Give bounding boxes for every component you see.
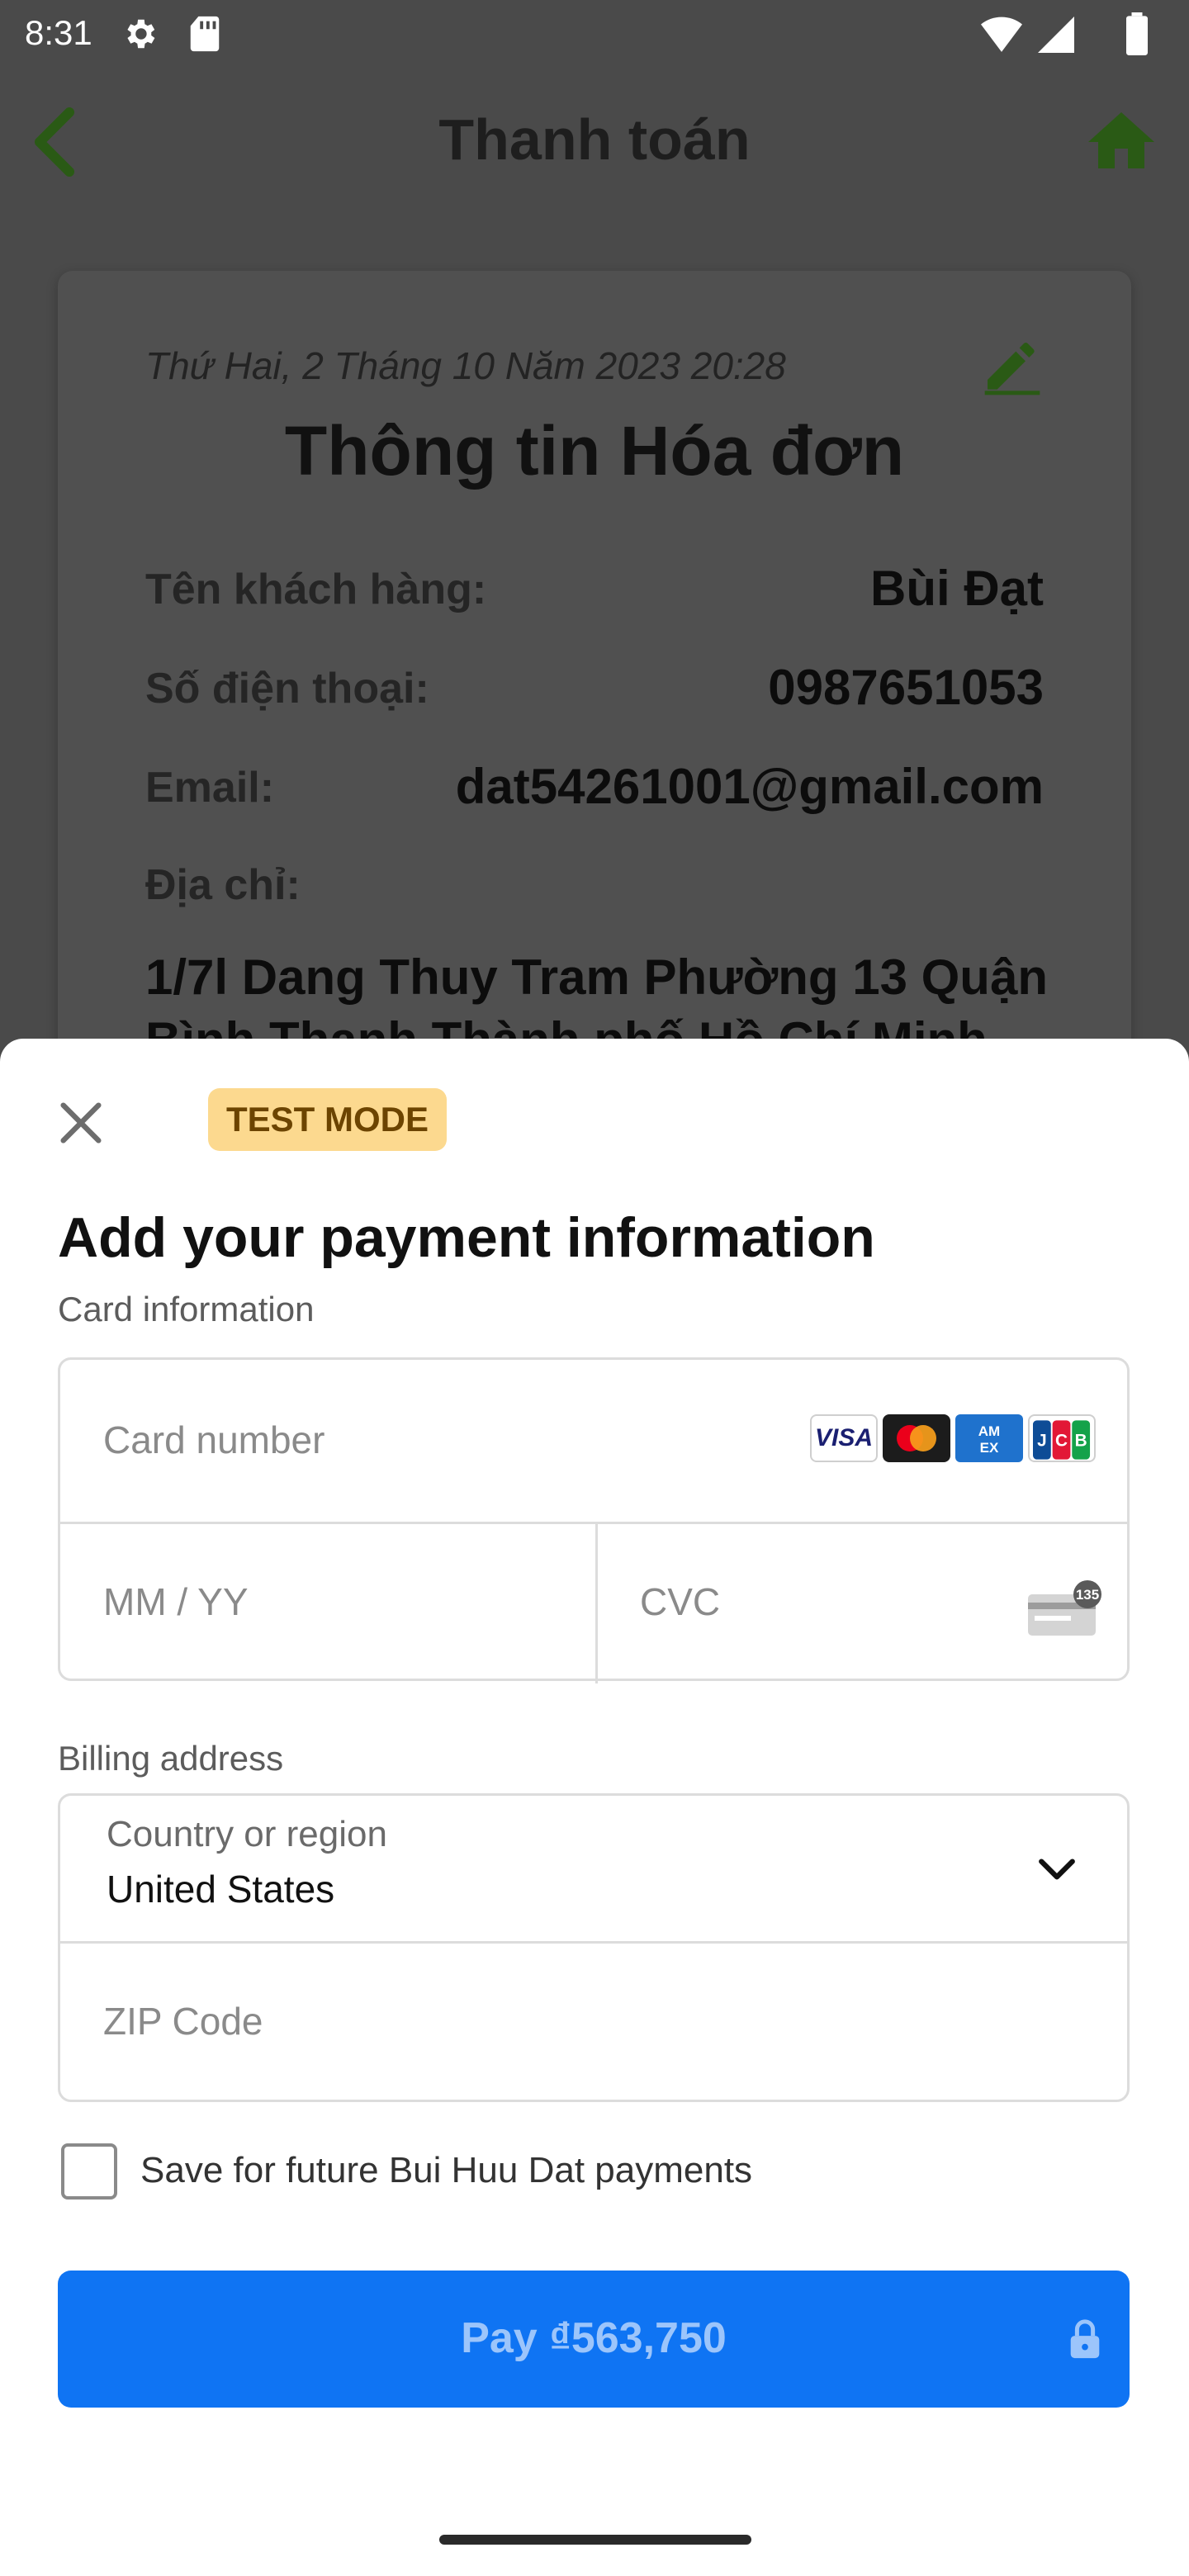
save-checkbox[interactable]	[61, 2143, 117, 2200]
cvc-field[interactable]: CVC 135	[595, 1522, 1132, 1683]
zip-placeholder: ZIP Code	[103, 2000, 263, 2043]
expiry-field[interactable]: MM / YY	[60, 1522, 598, 1683]
payment-sheet: TEST MODE Add your payment information C…	[0, 1039, 1189, 2576]
expiry-placeholder: MM / YY	[103, 1580, 249, 1623]
country-value: United States	[107, 1868, 335, 1911]
invoice-card: Thứ Hai, 2 Tháng 10 Năm 2023 20:28 Thông…	[58, 271, 1131, 1096]
pay-button-label: Pay ₫563,750	[461, 2314, 727, 2362]
customer-label: Tên khách hàng:	[145, 566, 487, 613]
pay-button[interactable]: Pay ₫563,750	[58, 2271, 1130, 2408]
address-label: Địa chỉ:	[145, 861, 301, 909]
svg-text:J: J	[1037, 1432, 1047, 1451]
country-select[interactable]: Country or region United States	[60, 1796, 1127, 1944]
save-label: Save for future Bui Huu Dat payments	[140, 2150, 753, 2190]
cvc-placeholder: CVC	[640, 1580, 721, 1623]
svg-text:B: B	[1075, 1432, 1087, 1451]
email-label: Email:	[145, 764, 275, 812]
status-time: 8:31	[25, 13, 92, 52]
mastercard-logo-icon	[883, 1414, 950, 1462]
svg-text:EX: EX	[980, 1440, 999, 1456]
page-title: Thanh toán	[438, 107, 751, 172]
app-bar: Thanh toán	[0, 69, 1189, 218]
test-mode-badge: TEST MODE	[208, 1088, 448, 1151]
card-info-label: Card information	[58, 1290, 315, 1328]
lock-icon	[1070, 2319, 1100, 2359]
battery-icon	[1126, 12, 1148, 55]
card-brands: VISA AM EX J C B	[810, 1414, 1096, 1462]
sd-card-icon	[190, 16, 220, 52]
chevron-down-icon	[1039, 1859, 1075, 1880]
card-input-group: Card number VISA AM EX J C B MM / YY CVC…	[58, 1357, 1132, 1683]
sheet-title: Add your payment information	[58, 1206, 875, 1269]
phone-label: Số điện thoại:	[145, 665, 429, 713]
jcb-logo-icon: J C B	[1028, 1414, 1096, 1462]
close-icon[interactable]	[54, 1096, 107, 1149]
cvc-card-icon: 135	[1028, 1580, 1101, 1636]
billing-address-label: Billing address	[58, 1739, 284, 1778]
card-number-placeholder: Card number	[103, 1418, 325, 1461]
phone-value: 0987651053	[768, 660, 1044, 715]
zip-code-field[interactable]: ZIP Code	[60, 1941, 1127, 2102]
status-bar: 8:31	[0, 0, 1189, 69]
settings-gear-icon	[127, 19, 155, 49]
email-value: dat54261001@gmail.com	[455, 759, 1044, 814]
home-icon[interactable]	[1082, 102, 1161, 182]
card-number-field[interactable]: Card number VISA AM EX J C B	[60, 1360, 1127, 1524]
amex-logo-icon: AM EX	[955, 1414, 1023, 1462]
svg-text:AM: AM	[978, 1423, 1000, 1439]
cvc-hint: 135	[1076, 1587, 1099, 1603]
billing-address-group: Country or region United States ZIP Code	[58, 1793, 1130, 2102]
customer-value: Bùi Đạt	[870, 561, 1044, 616]
home-indicator[interactable]	[439, 2535, 751, 2545]
invoice-date: Thứ Hai, 2 Tháng 10 Năm 2023 20:28	[145, 344, 786, 387]
wifi-icon	[981, 17, 1022, 52]
country-label: Country or region	[107, 1814, 387, 1854]
invoice-title: Thông tin Hóa đơn	[284, 412, 905, 490]
edit-icon[interactable]	[979, 339, 1045, 396]
svg-text:C: C	[1055, 1432, 1068, 1451]
visa-logo-icon: VISA	[810, 1414, 878, 1462]
signal-icon	[1038, 17, 1074, 53]
